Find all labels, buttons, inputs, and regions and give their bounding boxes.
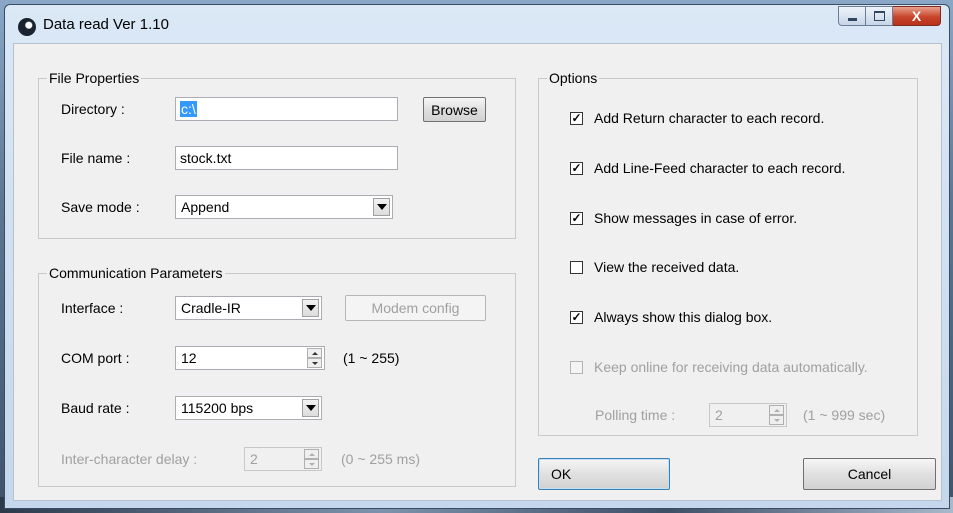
- polling-range: (1 ~ 999 sec): [803, 407, 886, 423]
- option-checkbox-view-data[interactable]: [570, 261, 583, 274]
- comport-range: (1 ~ 255): [343, 350, 400, 366]
- minimize-button[interactable]: [838, 6, 866, 26]
- title-bar[interactable]: Data read Ver 1.10 X: [5, 5, 949, 45]
- directory-input[interactable]: c:\: [175, 97, 398, 121]
- option-checkbox-always-show[interactable]: ✓: [570, 311, 583, 324]
- option-checkbox-linefeed[interactable]: ✓: [570, 162, 583, 175]
- ok-button[interactable]: OK: [538, 458, 670, 490]
- interface-select[interactable]: Cradle-IR: [175, 296, 322, 320]
- filename-input[interactable]: stock.txt: [175, 146, 398, 170]
- minimize-icon: [847, 17, 857, 21]
- dialog-client-area: File Properties Directory : c:\ Browse F…: [13, 43, 942, 501]
- file-properties-group: File Properties Directory : c:\ Browse F…: [38, 70, 516, 239]
- cancel-button[interactable]: Cancel: [803, 458, 936, 490]
- close-icon: X: [911, 8, 922, 24]
- delay-range: (0 ~ 255 ms): [341, 451, 420, 467]
- filename-label: File name :: [61, 150, 131, 166]
- window-controls: X: [838, 6, 941, 28]
- comport-spinner[interactable]: 12: [175, 346, 325, 370]
- options-group: Options ✓ Add Return character to each r…: [538, 70, 918, 436]
- polling-spinner[interactable]: 2: [709, 403, 787, 427]
- baudrate-select[interactable]: 115200 bps: [175, 396, 322, 420]
- interface-label: Interface :: [61, 300, 124, 316]
- option-checkbox-keep-online[interactable]: [570, 361, 583, 374]
- baudrate-label: Baud rate :: [61, 400, 130, 416]
- comport-value: 12: [181, 350, 197, 366]
- maximize-button[interactable]: [866, 6, 893, 26]
- chevron-down-icon[interactable]: [302, 299, 319, 317]
- comport-label: COM port :: [61, 350, 130, 366]
- communication-group: Communication Parameters Interface : Cra…: [38, 265, 516, 487]
- app-icon: [18, 18, 36, 36]
- option-label-always-show: Always show this dialog box.: [594, 309, 773, 325]
- spin-up-icon[interactable]: [769, 405, 784, 415]
- polling-label: Polling time :: [595, 407, 676, 423]
- communication-legend: Communication Parameters: [47, 265, 225, 281]
- option-label-keep-online: Keep online for receiving data automatic…: [594, 359, 868, 375]
- delay-label: Inter-character delay :: [61, 451, 198, 467]
- options-legend: Options: [547, 70, 600, 86]
- directory-label: Directory :: [61, 101, 125, 117]
- delay-spinner[interactable]: 2: [244, 447, 322, 471]
- modem-config-button[interactable]: Modem config: [345, 295, 486, 321]
- file-properties-legend: File Properties: [47, 70, 142, 86]
- option-checkbox-show-errors[interactable]: ✓: [570, 212, 583, 225]
- option-label-return: Add Return character to each record.: [594, 110, 825, 126]
- chevron-down-icon[interactable]: [373, 198, 390, 216]
- spin-down-icon[interactable]: [304, 459, 319, 469]
- baudrate-value: 115200 bps: [181, 400, 254, 416]
- data-read-dialog: Data read Ver 1.10 X File Properties Dir…: [4, 4, 950, 509]
- close-button[interactable]: X: [893, 6, 941, 26]
- interface-value: Cradle-IR: [181, 300, 241, 316]
- window-title: Data read Ver 1.10: [43, 16, 169, 33]
- maximize-icon: [873, 11, 885, 21]
- chevron-down-icon[interactable]: [302, 399, 319, 417]
- directory-value: c:\: [180, 101, 197, 117]
- spin-down-icon[interactable]: [769, 415, 784, 425]
- savemode-label: Save mode :: [61, 199, 140, 215]
- savemode-select[interactable]: Append: [175, 195, 393, 219]
- spin-up-icon[interactable]: [304, 449, 319, 459]
- browse-button[interactable]: Browse: [423, 97, 486, 122]
- savemode-value: Append: [181, 199, 230, 215]
- option-label-linefeed: Add Line-Feed character to each record.: [594, 160, 846, 176]
- spin-up-icon[interactable]: [307, 348, 322, 358]
- spin-down-icon[interactable]: [307, 358, 322, 368]
- option-label-show-errors: Show messages in case of error.: [594, 210, 798, 226]
- option-checkbox-return[interactable]: ✓: [570, 112, 583, 125]
- option-label-view-data: View the received data.: [594, 259, 740, 275]
- delay-value: 2: [250, 451, 258, 467]
- polling-value: 2: [715, 407, 723, 423]
